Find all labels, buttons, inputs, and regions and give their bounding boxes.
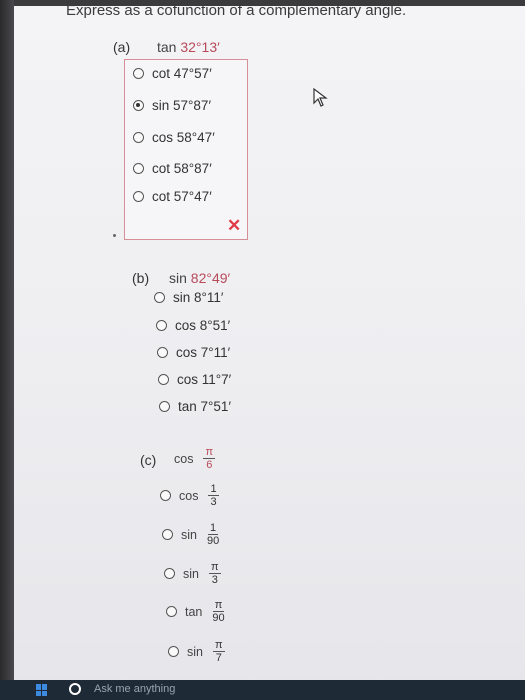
radio-icon[interactable]: [159, 401, 170, 412]
part-b-option-2[interactable]: cos 8°51′: [156, 318, 230, 333]
bullet-dot: [113, 234, 116, 237]
option-label: cot 47°57′: [152, 66, 212, 81]
option-label: cos 7°11′: [176, 345, 231, 360]
part-c-option-3[interactable]: sin π 3: [164, 561, 221, 586]
part-c-question-fn: cos: [174, 451, 194, 466]
windows-start-icon[interactable]: [36, 684, 48, 696]
part-c-option-5[interactable]: sin π 7: [168, 639, 225, 664]
fraction-denominator: 90: [206, 535, 220, 547]
part-b-question-fn: sin: [169, 270, 187, 286]
radio-icon[interactable]: [156, 320, 167, 331]
radio-selected-icon[interactable]: [133, 100, 144, 111]
part-a-option-2[interactable]: sin 57°87′: [133, 98, 211, 113]
part-c-option-1[interactable]: cos 1 3: [160, 483, 219, 508]
option-fraction: π 90: [212, 599, 224, 624]
fraction-numerator: π: [208, 561, 221, 574]
option-label: cos 8°51′: [175, 318, 231, 333]
option-label: sin 57°87′: [152, 98, 211, 113]
part-a-question: tan 32°13′: [157, 39, 220, 55]
fraction-numerator: π: [212, 639, 225, 652]
part-a-option-1[interactable]: cot 47°57′: [133, 66, 212, 81]
incorrect-x-icon: ✕: [227, 216, 242, 235]
fraction-denominator: 90: [212, 612, 225, 624]
fraction-denominator: 6: [206, 459, 213, 471]
fraction-denominator: 3: [211, 574, 218, 586]
option-fraction: π 7: [212, 639, 225, 664]
option-fraction: 1 3: [208, 483, 219, 508]
radio-icon[interactable]: [133, 68, 144, 79]
radio-icon[interactable]: [162, 529, 173, 540]
taskbar-search-input[interactable]: Ask me anything: [94, 683, 175, 695]
part-c-option-4[interactable]: tan π 90: [166, 599, 225, 624]
radio-icon[interactable]: [133, 163, 144, 174]
option-fn: cos: [179, 488, 199, 503]
radio-icon[interactable]: [154, 292, 165, 303]
part-c-question: cos π 6: [174, 446, 216, 471]
part-b-option-4[interactable]: cos 11°7′: [158, 372, 231, 387]
part-a-option-3[interactable]: cos 58°47′: [133, 130, 215, 145]
part-a-question-fn: tan: [157, 39, 177, 55]
option-label: tan 7°51′: [178, 399, 231, 414]
fraction-numerator: π: [203, 446, 216, 459]
part-a-option-4[interactable]: cot 58°87′: [133, 161, 212, 176]
option-fn: sin: [181, 527, 197, 542]
part-a-option-5[interactable]: cot 57°47′: [133, 189, 212, 204]
page-title: Express as a cofunction of a complementa…: [66, 2, 407, 19]
option-fraction: 1 90: [207, 522, 219, 547]
part-a-label: (a): [113, 39, 131, 55]
part-a-question-angle: 32°13′: [180, 39, 220, 55]
radio-icon[interactable]: [166, 606, 177, 617]
part-b-question: sin 82°49′: [169, 270, 230, 286]
part-c-option-2[interactable]: sin 1 90: [162, 522, 219, 547]
part-c-label: (c): [140, 452, 157, 468]
monitor-bezel-left: [0, 0, 14, 700]
option-label: cos 58°47′: [152, 130, 215, 145]
option-label: cot 58°87′: [152, 161, 212, 176]
radio-icon[interactable]: [158, 374, 169, 385]
radio-icon[interactable]: [160, 490, 171, 501]
radio-icon[interactable]: [168, 646, 179, 657]
radio-icon[interactable]: [133, 132, 144, 143]
part-b-option-5[interactable]: tan 7°51′: [159, 399, 231, 414]
part-b-option-3[interactable]: cos 7°11′: [157, 345, 230, 360]
radio-icon[interactable]: [133, 191, 144, 202]
option-fraction: π 3: [208, 561, 221, 586]
part-b-question-angle: 82°49′: [190, 270, 231, 286]
option-fn: tan: [185, 604, 203, 619]
radio-icon[interactable]: [164, 568, 175, 579]
part-c-question-fraction: π 6: [203, 446, 216, 471]
fraction-numerator: π: [212, 599, 225, 612]
option-fn: sin: [187, 644, 203, 659]
fraction-numerator: 1: [208, 522, 219, 535]
radio-icon[interactable]: [157, 347, 168, 358]
fraction-numerator: 1: [208, 483, 219, 496]
part-b-option-1[interactable]: sin 8°11′: [154, 290, 223, 305]
option-fn: sin: [183, 566, 199, 581]
option-label: sin 8°11′: [173, 290, 224, 305]
cortana-icon[interactable]: [69, 683, 81, 695]
option-label: cot 57°47′: [152, 189, 212, 204]
part-a-answer-box: [124, 59, 248, 240]
mouse-pointer-icon: [313, 88, 328, 107]
part-b-label: (b): [132, 270, 150, 286]
fraction-denominator: 7: [215, 652, 222, 664]
fraction-denominator: 3: [210, 496, 217, 508]
option-label: cos 11°7′: [177, 372, 232, 387]
